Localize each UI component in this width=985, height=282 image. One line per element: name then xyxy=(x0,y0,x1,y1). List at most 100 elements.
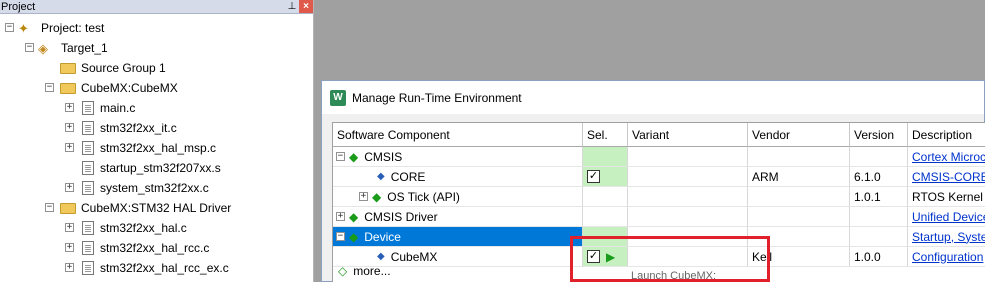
folder-icon xyxy=(60,82,76,94)
tree-item-source-group[interactable]: Source Group 1 xyxy=(60,58,166,78)
variant-cell xyxy=(628,207,748,227)
tree-item-group-hal[interactable]: CubeMX:STM32 HAL Driver xyxy=(60,198,231,218)
variant-cell xyxy=(628,187,748,207)
description-link[interactable]: Unified Device xyxy=(908,207,985,227)
collapse-icon[interactable]: − xyxy=(336,152,345,161)
component-gem-icon: ◇ xyxy=(338,264,348,278)
folder-icon xyxy=(60,202,76,214)
collapse-icon[interactable]: − xyxy=(336,232,345,241)
collapse-icon[interactable]: − xyxy=(45,83,54,92)
tree-item-file[interactable]: stm32f2xx_hal_rcc.c xyxy=(82,238,209,258)
project-pane-header: Project ⊥ × xyxy=(0,0,313,14)
description-link[interactable]: CMSIS-CORE f xyxy=(908,167,985,187)
vendor-cell: ARM xyxy=(748,167,850,187)
tree-item-label: stm32f2xx_it.c xyxy=(100,121,177,135)
expand-icon[interactable]: + xyxy=(359,192,368,201)
sel-cell: ✓ xyxy=(583,167,628,187)
file-icon xyxy=(82,141,94,155)
tree-item-file[interactable]: startup_stm32f207xx.s xyxy=(82,158,221,178)
tree-item-file[interactable]: stm32f2xx_hal_rcc_ex.c xyxy=(82,258,229,278)
tree-item-label: Project: test xyxy=(41,21,105,35)
column-header-sel[interactable]: Sel. xyxy=(583,123,628,147)
tree-item-label: Target_1 xyxy=(61,41,108,55)
tree-row-core[interactable]: ◆ CORE xyxy=(333,167,583,187)
component-label: CubeMX xyxy=(390,249,438,264)
dialog-title: Manage Run-Time Environment xyxy=(352,90,522,105)
tree-item-label: stm32f2xx_hal_rcc_ex.c xyxy=(100,261,229,275)
tree-item-label: startup_stm32f207xx.s xyxy=(100,161,221,175)
tree-item-label: CubeMX:STM32 HAL Driver xyxy=(81,201,232,215)
tree-item-file[interactable]: stm32f2xx_hal.c xyxy=(82,218,187,238)
tree-item-file[interactable]: main.c xyxy=(82,98,135,118)
component-gem-icon: ◆ xyxy=(349,209,359,224)
component-label: Device xyxy=(364,229,401,244)
pin-icon[interactable]: ⊥ xyxy=(285,0,299,13)
version-cell: 1.0.0 xyxy=(850,247,908,267)
folder-icon xyxy=(60,62,76,74)
file-icon xyxy=(82,181,94,195)
expand-icon[interactable]: + xyxy=(336,212,345,221)
expand-icon[interactable]: + xyxy=(65,183,74,192)
highlight-box xyxy=(570,236,770,282)
component-gem-icon: ◆ xyxy=(349,149,359,164)
keil-app-icon: W xyxy=(330,89,346,106)
close-icon[interactable]: × xyxy=(299,0,313,13)
tree-row-cmsis-driver[interactable]: + ◆ CMSIS Driver xyxy=(333,207,583,227)
project-pane-title: Project xyxy=(1,0,36,13)
description-link[interactable]: Cortex Microc xyxy=(908,147,985,167)
expand-icon[interactable]: + xyxy=(65,103,74,112)
target-icon: ◈ xyxy=(38,41,48,56)
column-header-description[interactable]: Description xyxy=(908,123,985,147)
description-link[interactable]: Startup, System xyxy=(908,227,985,247)
tree-item-label: stm32f2xx_hal.c xyxy=(100,221,187,235)
expand-icon[interactable]: + xyxy=(65,143,74,152)
tree-item-label: stm32f2xx_hal_msp.c xyxy=(100,141,217,155)
dialog-titlebar: W Manage Run-Time Environment xyxy=(322,81,984,114)
tree-item-label: Source Group 1 xyxy=(81,61,166,75)
tree-item-file[interactable]: stm32f2xx_it.c xyxy=(82,118,177,138)
file-icon xyxy=(82,121,94,135)
tree-row-cmsis[interactable]: − ◆ CMSIS xyxy=(333,147,583,167)
tree-item-target[interactable]: ◈ Target_1 xyxy=(38,38,108,58)
tree-item-label: main.c xyxy=(100,101,136,115)
expand-icon[interactable]: + xyxy=(65,123,74,132)
vendor-cell xyxy=(748,147,850,167)
tree-item-label: system_stm32f2xx.c xyxy=(100,181,209,195)
file-icon xyxy=(82,221,94,235)
column-header-component[interactable]: Software Component xyxy=(333,123,583,147)
sel-cell xyxy=(583,187,628,207)
sel-cell xyxy=(583,147,628,167)
tree-item-file[interactable]: stm32f2xx_hal_msp.c xyxy=(82,138,216,158)
component-diamond-icon: ◆ xyxy=(377,171,385,182)
collapse-icon[interactable]: − xyxy=(45,203,54,212)
tree-row-more[interactable]: ◇ more... xyxy=(338,264,391,278)
tree-item-label: stm32f2xx_hal_rcc.c xyxy=(100,241,210,255)
component-gem-icon: ◆ xyxy=(349,229,359,244)
component-label: CMSIS Driver xyxy=(364,209,438,224)
collapse-icon[interactable]: − xyxy=(5,23,14,32)
file-icon xyxy=(82,261,94,275)
description-link[interactable]: Configuration xyxy=(908,247,985,267)
component-label: OS Tick (API) xyxy=(387,189,460,204)
column-header-variant[interactable]: Variant xyxy=(628,123,748,147)
collapse-icon[interactable]: − xyxy=(25,43,34,52)
version-cell: 6.1.0 xyxy=(850,167,908,187)
column-header-version[interactable]: Version xyxy=(850,123,908,147)
file-icon xyxy=(82,101,94,115)
tree-row-os-tick[interactable]: + ◆ OS Tick (API) xyxy=(333,187,583,207)
select-checkbox[interactable]: ✓ xyxy=(587,170,600,183)
tree-item-file[interactable]: system_stm32f2xx.c xyxy=(82,178,209,198)
expand-icon[interactable]: + xyxy=(65,263,74,272)
component-gem-icon: ◆ xyxy=(372,189,382,204)
tree-row-device[interactable]: − ◆ Device xyxy=(333,227,583,247)
expand-icon[interactable]: + xyxy=(65,223,74,232)
version-cell: 1.0.1 xyxy=(850,187,908,207)
sel-cell xyxy=(583,207,628,227)
variant-cell xyxy=(628,167,748,187)
tree-item-project[interactable]: ✦ Project: test xyxy=(18,18,104,38)
expand-icon[interactable]: + xyxy=(65,243,74,252)
version-cell xyxy=(850,207,908,227)
column-header-vendor[interactable]: Vendor xyxy=(748,123,850,147)
project-pane: Project ⊥ × − ✦ Project: test − ◈ Target… xyxy=(0,0,314,282)
tree-item-group-cubemx[interactable]: CubeMX:CubeMX xyxy=(60,78,178,98)
